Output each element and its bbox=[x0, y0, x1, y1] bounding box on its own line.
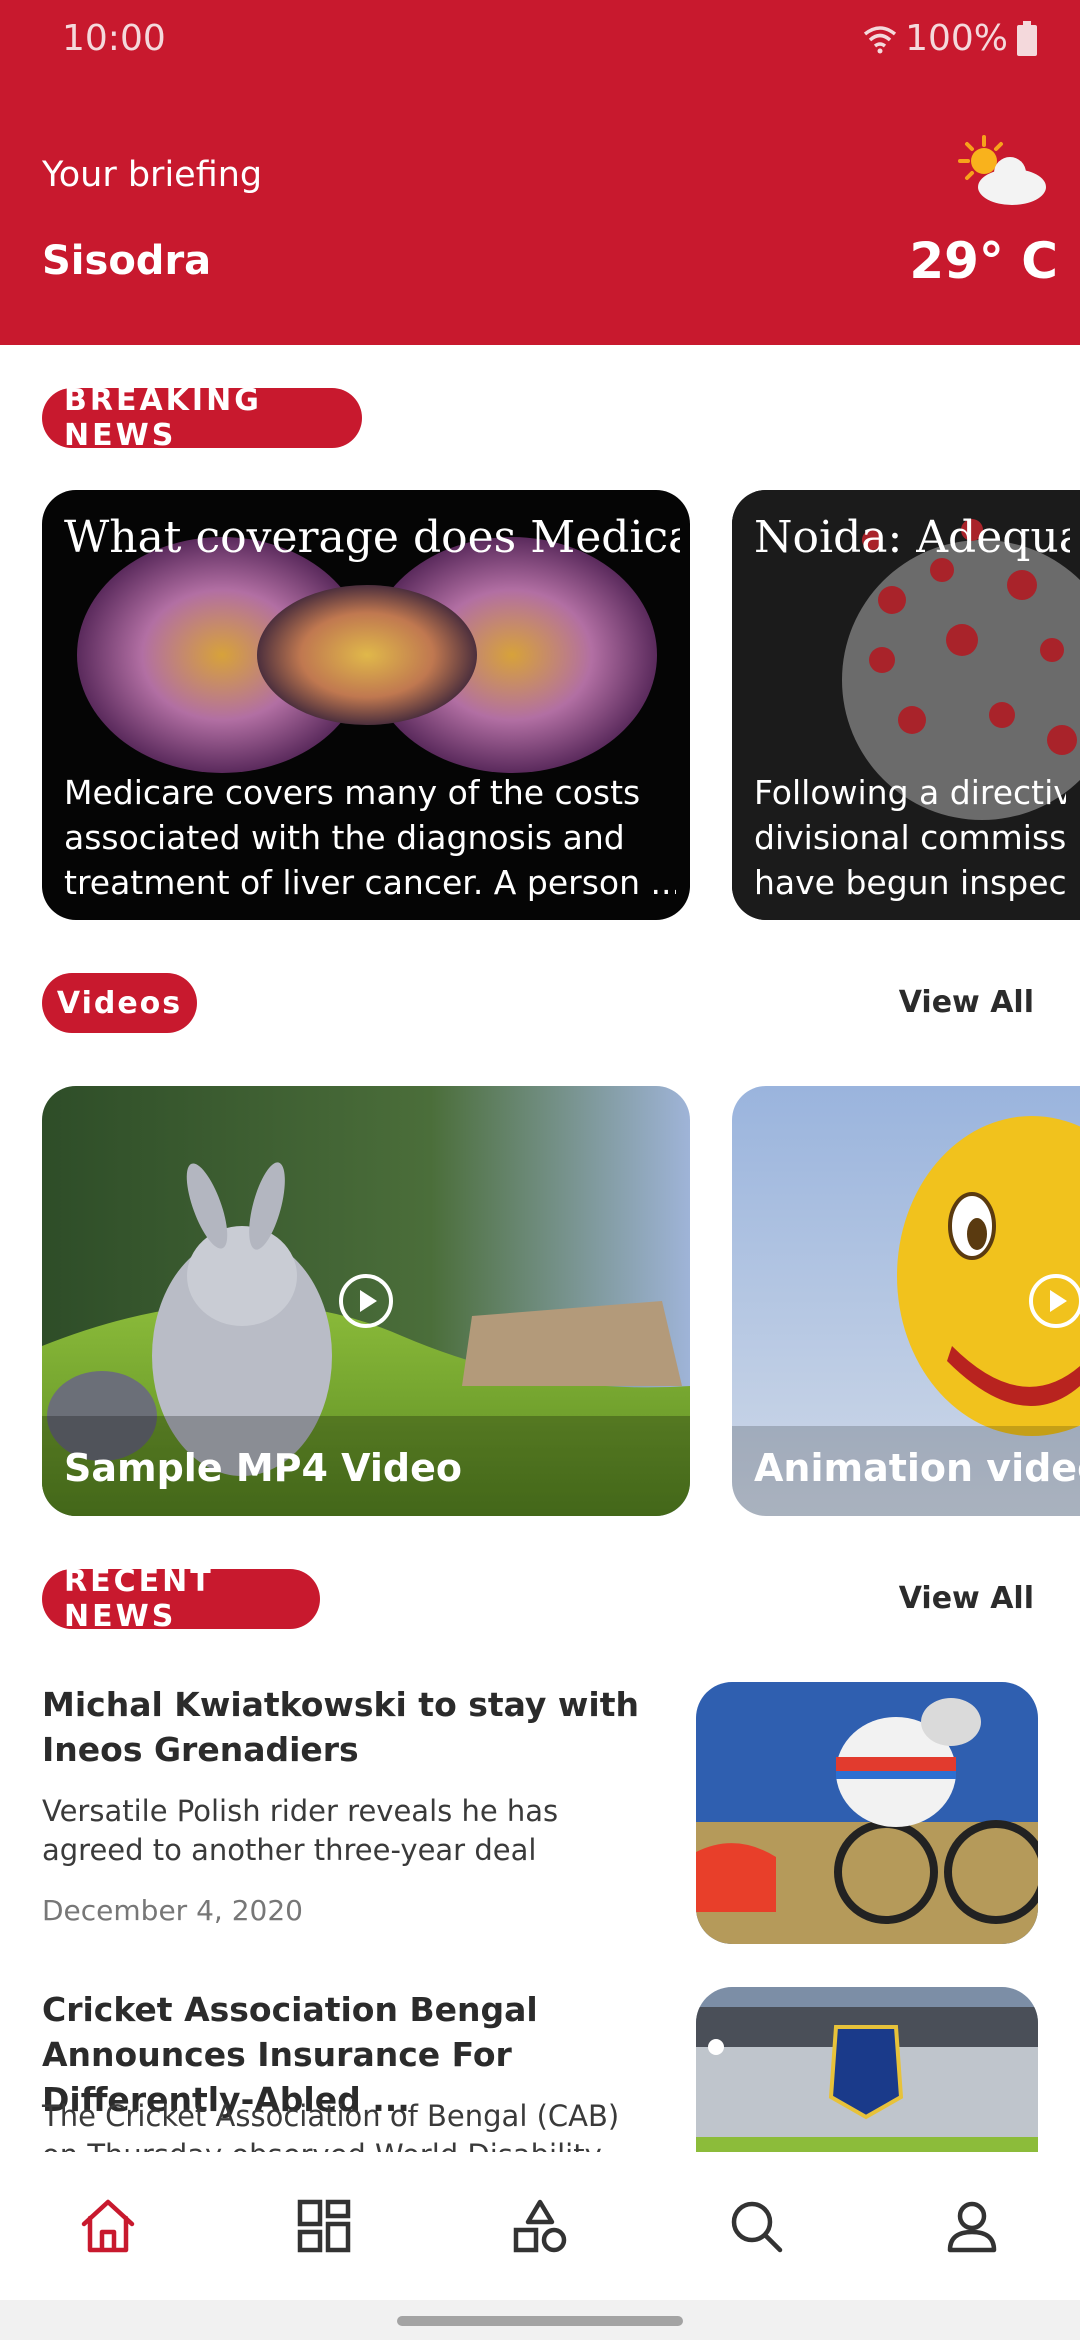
news-thumbnail bbox=[696, 1682, 1038, 1944]
recent-news-item[interactable]: Michal Kwiatkowski to stay with Ineos Gr… bbox=[42, 1682, 1038, 1950]
news-title: Michal Kwiatkowski to stay with Ineos Gr… bbox=[42, 1685, 639, 1769]
temperature: 29° C bbox=[909, 232, 1058, 290]
categories-icon bbox=[513, 2199, 567, 2253]
nav-home-button[interactable] bbox=[48, 2166, 168, 2286]
bottom-navigation bbox=[0, 2152, 1080, 2300]
videos-pill: Videos bbox=[42, 973, 197, 1033]
videos-view-all-link[interactable]: View All bbox=[899, 985, 1034, 1020]
video-title: Animation video bbox=[754, 1446, 1080, 1490]
play-icon[interactable] bbox=[338, 1273, 394, 1329]
play-icon[interactable] bbox=[1028, 1273, 1080, 1329]
breaking-card[interactable]: What coverage does Medicare Medicare cov… bbox=[42, 490, 690, 920]
nav-profile-button[interactable] bbox=[912, 2166, 1032, 2286]
desc-line: associated with the diagnosis and bbox=[64, 818, 625, 857]
search-icon bbox=[731, 2201, 783, 2253]
desc-line: have begun inspectin bbox=[754, 863, 1066, 902]
nav-categories-button[interactable] bbox=[480, 2166, 600, 2286]
video-card[interactable]: Sample MP4 Video bbox=[42, 1086, 690, 1516]
home-icon bbox=[81, 2199, 135, 2253]
card-title: Noida: Adequate l bbox=[754, 512, 1070, 563]
video-card[interactable]: Animation video bbox=[732, 1086, 1080, 1516]
status-bar: 10:00 100% bbox=[0, 0, 1080, 80]
gesture-area bbox=[0, 2300, 1080, 2340]
recent-view-all-link[interactable]: View All bbox=[899, 1581, 1034, 1616]
breaking-news-pill: BREAKING NEWS bbox=[42, 383, 362, 453]
battery-icon bbox=[1016, 20, 1038, 57]
nav-dashboard-button[interactable] bbox=[264, 2166, 384, 2286]
card-title: What coverage does Medicare bbox=[64, 512, 680, 563]
desc-line: treatment of liver cancer. A person ... bbox=[64, 863, 676, 902]
city-name: Sisodra bbox=[42, 238, 212, 284]
card-description: Medicare covers many of the costs associ… bbox=[64, 770, 676, 905]
wifi-icon bbox=[863, 24, 897, 54]
breaking-card[interactable]: Noida: Adequate l Following a directive … bbox=[732, 490, 1080, 920]
desc-line: Following a directive bbox=[754, 773, 1066, 812]
desc-line: divisional commissio bbox=[754, 818, 1066, 857]
status-indicators: 100% bbox=[863, 18, 1038, 59]
news-description: Versatile Polish rider reveals he has ag… bbox=[42, 1794, 559, 1867]
battery-percent: 100% bbox=[905, 18, 1008, 59]
status-time: 10:00 bbox=[62, 18, 166, 59]
card-description: Following a directive divisional commiss… bbox=[754, 770, 1066, 905]
recent-news-pill: RECENT NEWS bbox=[42, 1564, 320, 1634]
partly-sunny-icon bbox=[950, 135, 1050, 210]
briefing-label: Your briefing bbox=[42, 155, 263, 195]
nav-search-button[interactable] bbox=[696, 2166, 816, 2286]
desc-line: Medicare covers many of the costs bbox=[64, 773, 641, 812]
dashboard-icon bbox=[297, 2199, 351, 2253]
video-title: Sample MP4 Video bbox=[64, 1446, 463, 1490]
news-date: December 4, 2020 bbox=[42, 1894, 303, 1927]
profile-icon bbox=[947, 2201, 997, 2253]
gesture-handle[interactable] bbox=[397, 2316, 683, 2326]
header: 10:00 100% Your briefing Sisodra 29° C bbox=[0, 0, 1080, 345]
